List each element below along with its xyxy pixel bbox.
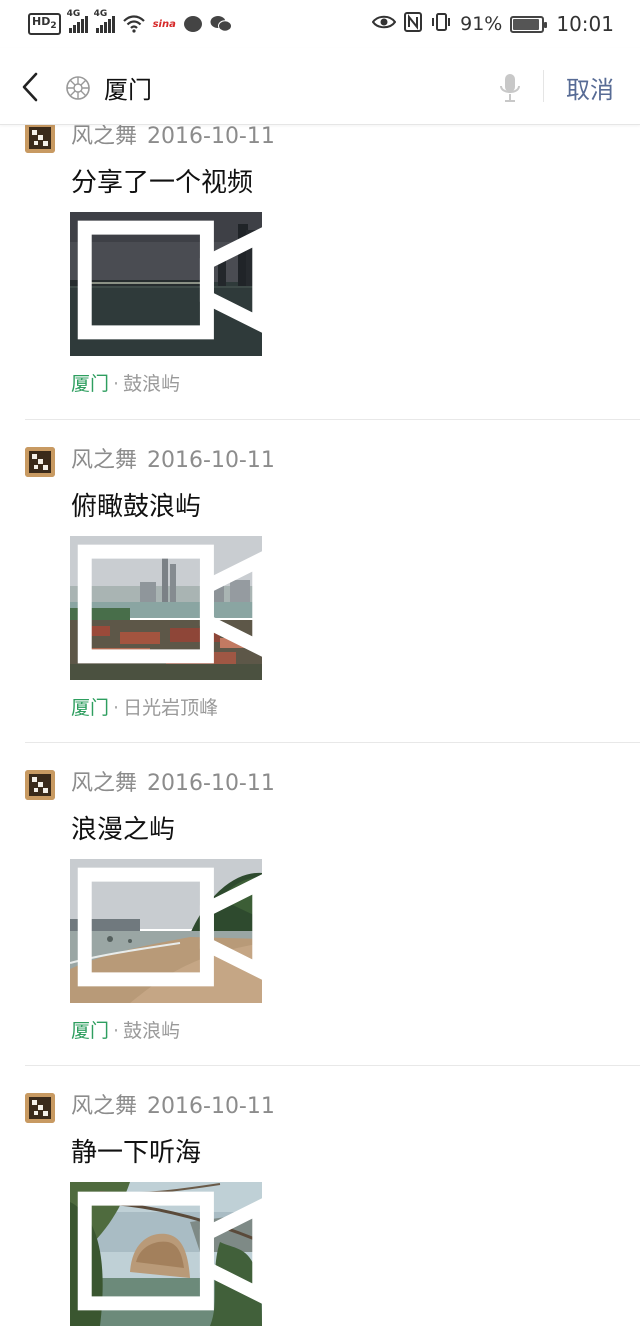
location-label[interactable]: 厦门 · 日光岩顶峰 [71,693,218,720]
avatar[interactable] [25,1093,55,1123]
video-thumbnail[interactable] [70,536,262,680]
clock: 10:01 [556,12,614,36]
video-camera-icon [77,220,262,340]
status-bar: HD2 4G 4G sina 91% 10:01 [0,0,640,48]
location-label[interactable]: 厦门 · 鼓浪屿 [71,1016,180,1043]
avatar[interactable] [25,447,55,477]
post-title: 分享了一个视频 [71,168,254,198]
hd-label: HD [32,14,51,28]
header-divider [543,70,544,102]
location-separator: · [113,1020,120,1042]
battery-icon [510,15,548,33]
hd-voice-icon: HD2 [28,12,61,36]
post-date: 2016-10-11 [147,448,275,473]
network-type: 4G [66,9,81,19]
wifi-icon [122,15,145,33]
video-camera-icon [77,867,262,987]
post-divider [25,419,640,420]
video-thumbnail[interactable] [70,859,262,1003]
back-button[interactable] [14,68,48,106]
cellular-signal-icon: 4G [94,9,115,33]
weibo-icon: sina [152,18,176,30]
eye-comfort-icon [371,13,397,35]
location-label[interactable]: 厦门 · 鼓浪屿 [71,369,180,396]
author-name[interactable]: 风之舞 [71,1094,137,1119]
location-city[interactable]: 厦门 [71,373,109,395]
location-separator: · [113,697,120,719]
status-bar-left: HD2 4G 4G sina [28,9,232,36]
avatar[interactable] [25,123,55,153]
post-date: 2016-10-11 [147,124,275,149]
location-place[interactable]: 鼓浪屿 [123,373,180,395]
hd-sub: 2 [50,21,57,32]
video-camera-icon [77,544,262,664]
post-title: 浪漫之屿 [71,815,176,845]
post-meta: 风之舞 2016-10-11 [71,765,275,797]
vibrate-icon [430,12,452,37]
status-bar-right: 91% 10:01 [371,11,614,37]
post-title: 静一下听海 [71,1138,202,1168]
chevron-left-icon [22,72,38,102]
location-city[interactable]: 厦门 [71,1020,109,1042]
video-thumbnail[interactable] [70,1182,262,1327]
post-divider [25,1065,640,1066]
post-divider [25,742,640,743]
post-date: 2016-10-11 [147,771,275,796]
microphone-icon[interactable] [498,72,522,104]
video-thumbnail[interactable] [70,212,262,356]
network-type: 4G [93,9,108,19]
post-title: 俯瞰鼓浪屿 [71,492,202,522]
message-bubble-icon [183,16,202,32]
post-meta: 风之舞 2016-10-11 [71,1088,275,1120]
author-name[interactable]: 风之舞 [71,771,137,796]
post-meta: 风之舞 2016-10-11 [71,442,275,474]
avatar[interactable] [25,770,55,800]
author-name[interactable]: 风之舞 [71,124,137,149]
nfc-icon [404,11,423,37]
cancel-button[interactable]: 取消 [566,70,614,105]
post-date: 2016-10-11 [147,1094,275,1119]
author-name[interactable]: 风之舞 [71,448,137,473]
moments-icon [66,76,90,100]
location-city[interactable]: 厦门 [71,697,109,719]
location-place[interactable]: 鼓浪屿 [123,1020,180,1042]
battery-percent: 91% [460,13,503,35]
search-header: 取消 [0,48,640,125]
wechat-icon [210,15,232,33]
location-place[interactable]: 日光岩顶峰 [123,697,218,719]
location-separator: · [113,373,120,395]
search-input[interactable] [104,69,484,105]
video-camera-icon [77,1191,262,1311]
cellular-signal-icon: 4G [67,9,88,33]
